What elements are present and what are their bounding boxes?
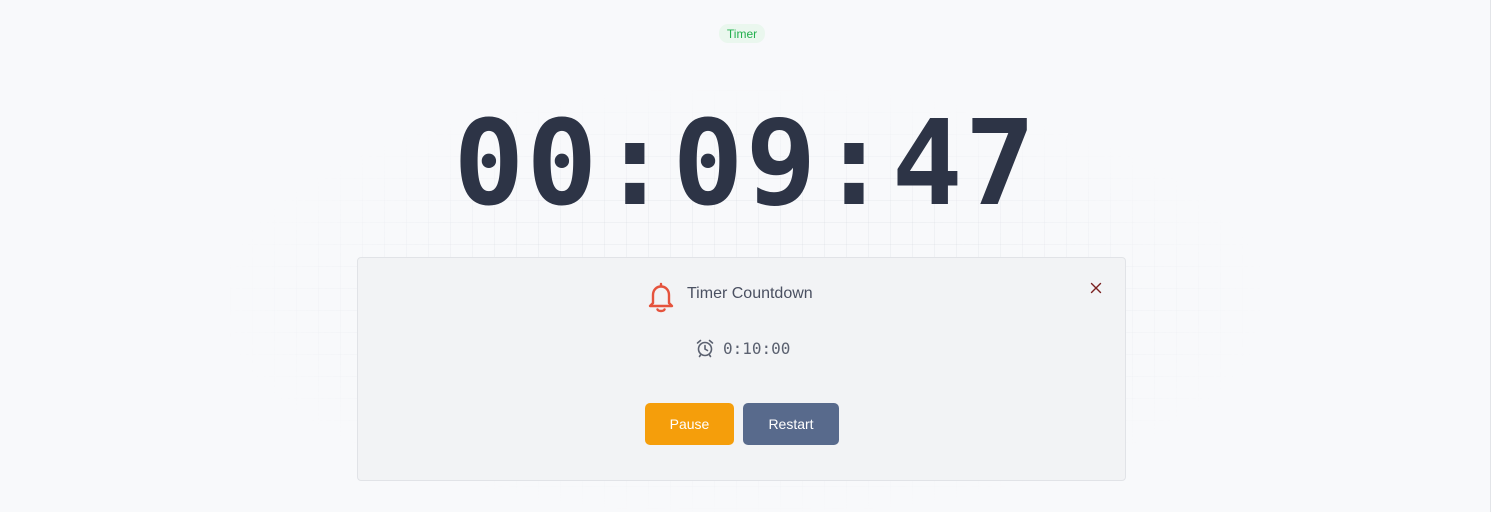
alarm-clock-icon (696, 339, 714, 358)
restart-button[interactable]: Restart (743, 403, 839, 445)
set-duration-text: 0:10:00 (723, 338, 791, 358)
card-header: Timer Countdown (645, 281, 813, 315)
countdown-display: 00:09:47 (453, 94, 1038, 232)
bell-icon (648, 282, 674, 313)
mode-badge: Timer (719, 24, 765, 43)
card-title: Timer Countdown (687, 285, 813, 302)
set-duration: 0:10:00 (695, 338, 790, 358)
pause-button[interactable]: Pause (645, 403, 734, 445)
close-icon[interactable] (1088, 280, 1104, 296)
timer-card: Timer Countdown 0:10:00 Pause Restart (357, 257, 1126, 481)
